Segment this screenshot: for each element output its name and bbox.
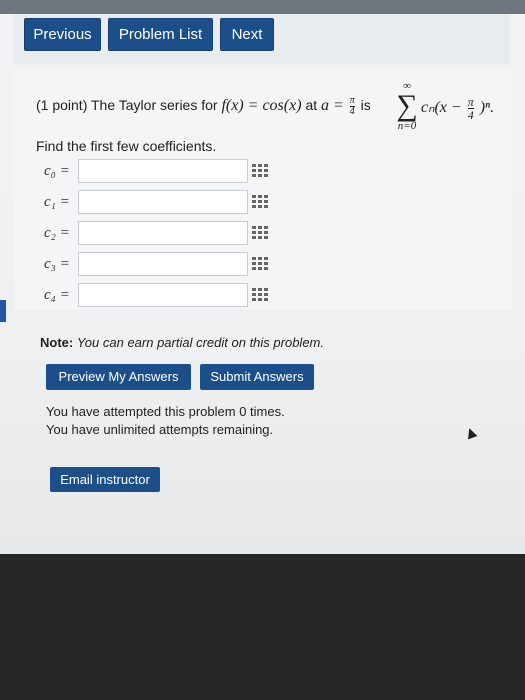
c3-answer-input[interactable] — [78, 252, 248, 276]
summation: ∞ ∑ n=0 — [392, 80, 422, 132]
c2-answer-input[interactable] — [78, 221, 248, 245]
equation-editor-grid-icon[interactable] — [252, 195, 270, 209]
c1-label: c₁ = — [44, 194, 70, 210]
next-button[interactable]: Next — [220, 18, 274, 51]
note-prefix: Note: — [40, 335, 74, 350]
problem-statement: (1 point) The Taylor series for f(x) = c… — [36, 96, 371, 117]
term-end: )ⁿ. — [479, 99, 495, 117]
term-pi-over-4-fraction: π 4 — [467, 95, 474, 122]
instruction-text: Find the first few coefficients. — [36, 138, 217, 154]
sigma-icon: ∑ — [396, 89, 418, 122]
remaining-attempts-text: You have unlimited attempts remaining. — [46, 422, 274, 437]
fraction-numerator: π — [349, 95, 355, 106]
c0-label: c₀ = — [44, 163, 70, 179]
series-term: cₙ(x − π 4 )ⁿ. — [421, 96, 494, 121]
c2-label: c₂ = — [44, 225, 70, 241]
preview-answers-button[interactable]: Preview My Answers — [46, 364, 191, 390]
pi-over-4-fraction: π 4 — [349, 95, 355, 117]
partial-credit-note: Note: You can earn partial credit on thi… — [40, 335, 324, 350]
c1-answer-input[interactable] — [78, 190, 248, 214]
submit-answers-button[interactable]: Submit Answers — [200, 364, 314, 390]
note-text: You can earn partial credit on this prob… — [76, 335, 324, 350]
problem-list-button[interactable]: Problem List — [108, 18, 213, 51]
equation-editor-grid-icon[interactable] — [252, 164, 270, 178]
at-text: at — [305, 97, 318, 114]
is-text: is — [360, 97, 371, 114]
c4-answer-input[interactable] — [78, 283, 248, 307]
previous-button[interactable]: Previous — [24, 18, 101, 51]
function-expression: f(x) = cos(x) — [221, 97, 302, 115]
equation-editor-grid-icon[interactable] — [252, 288, 270, 302]
left-accent-bar — [0, 300, 6, 322]
equation-editor-grid-icon[interactable] — [252, 257, 270, 271]
dark-lower-band — [0, 554, 525, 700]
term-denominator: 4 — [467, 108, 474, 122]
c0-answer-input[interactable] — [78, 159, 248, 183]
email-instructor-button[interactable]: Email instructor — [50, 467, 160, 492]
term-start: cₙ(x − — [421, 99, 462, 117]
equation-editor-grid-icon[interactable] — [252, 226, 270, 240]
c3-label: c₃ = — [44, 256, 70, 272]
fraction-denominator: 4 — [349, 106, 355, 117]
a-equals: a = — [321, 97, 344, 115]
attempts-text: You have attempted this problem 0 times. — [46, 404, 285, 419]
top-strip — [0, 0, 525, 14]
c4-label: c₄ = — [44, 287, 70, 303]
term-numerator: π — [467, 95, 474, 109]
problem-points-text: (1 point) The Taylor series for — [36, 97, 218, 114]
